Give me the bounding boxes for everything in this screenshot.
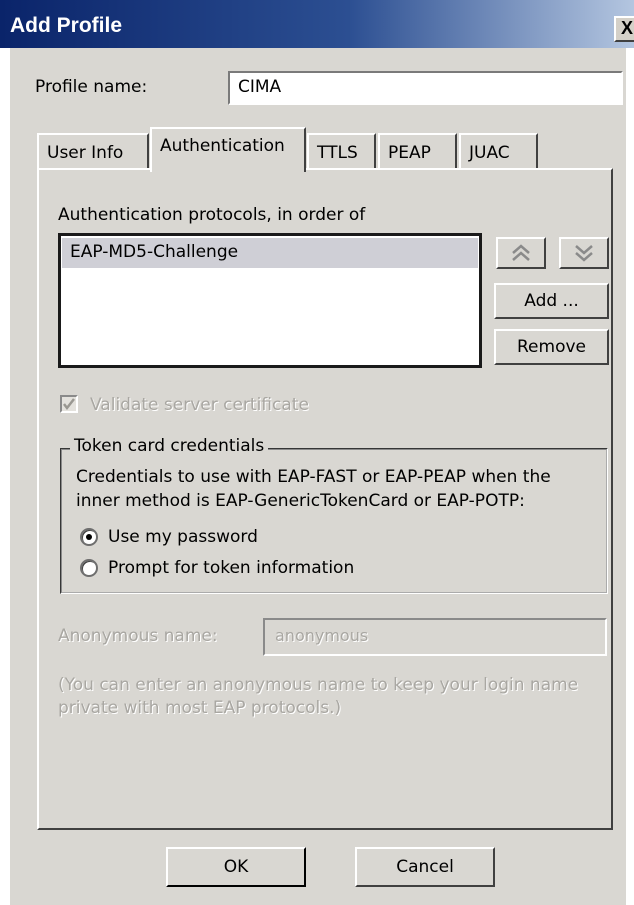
close-button[interactable]: X: [614, 16, 634, 42]
tab-juac[interactable]: JUAC: [459, 133, 538, 169]
tab-ttls[interactable]: TTLS: [307, 133, 376, 169]
profile-name-label: Profile name:: [35, 77, 148, 97]
ok-button[interactable]: OK: [166, 847, 306, 887]
window-title: Add Profile: [10, 14, 123, 37]
tab-peap[interactable]: PEAP: [378, 133, 457, 169]
cancel-button[interactable]: Cancel: [355, 847, 495, 887]
profile-name-input[interactable]: CIMA: [228, 71, 623, 105]
tab-user-info[interactable]: User Info: [37, 133, 149, 169]
tab-authentication[interactable]: Authentication: [150, 127, 306, 172]
authentication-panel: [37, 168, 613, 830]
